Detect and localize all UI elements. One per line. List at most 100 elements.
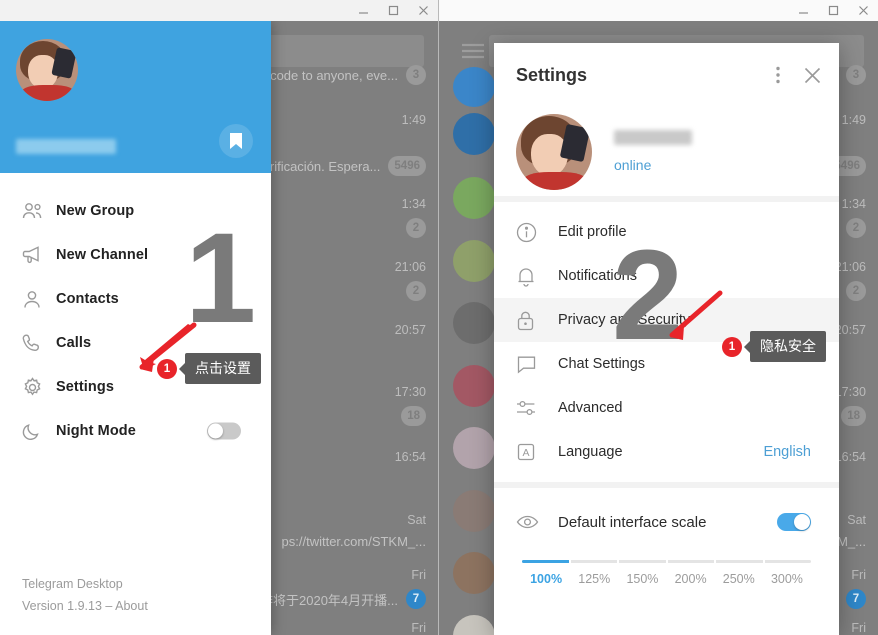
chat-preview: code to anyone, eve... <box>270 67 398 83</box>
settings-item-advanced[interactable]: Advanced <box>494 386 839 430</box>
menu-item-label: New Group <box>56 203 135 219</box>
settings-item-label: Chat Settings <box>558 356 646 372</box>
minimize-button[interactable] <box>788 0 818 21</box>
menu-item-new-group[interactable]: New Group <box>0 189 271 233</box>
scale-option-250[interactable]: 250% <box>715 572 763 586</box>
scale-option-300[interactable]: 300% <box>763 572 811 586</box>
main-menu-list: New Group New Channel Contacts Calls Set… <box>0 173 271 453</box>
interface-scale-label: Default interface scale <box>558 513 707 531</box>
list-item[interactable]: 2 <box>406 281 426 301</box>
settings-item-edit-profile[interactable]: Edit profile <box>494 210 839 254</box>
callout-text: 点击设置 <box>185 353 261 384</box>
menu-item-new-channel[interactable]: New Channel <box>0 233 271 277</box>
avatar[interactable] <box>453 177 495 219</box>
avatar[interactable] <box>453 552 495 594</box>
red-arrow-right <box>669 290 723 340</box>
close-button[interactable] <box>408 0 438 21</box>
list-item[interactable]: 18 <box>841 406 866 426</box>
menu-item-label: Calls <box>56 335 92 351</box>
chat-time: 21:06 <box>834 260 866 274</box>
scale-option-100[interactable]: 100% <box>522 572 570 586</box>
list-item[interactable]: ps://twitter.com/STKM_... <box>282 534 426 549</box>
close-icon[interactable] <box>795 58 829 92</box>
chat-time: Fri <box>411 568 426 582</box>
avatar[interactable] <box>453 302 495 344</box>
chat-time: 16:54 <box>394 450 426 464</box>
settings-item-language[interactable]: A Language English <box>494 430 839 474</box>
language-value[interactable]: English <box>763 444 811 460</box>
night-mode-toggle[interactable] <box>207 422 241 440</box>
left-titlebar <box>0 0 438 21</box>
bell-icon <box>516 266 558 287</box>
info-icon <box>516 222 558 243</box>
unread-badge: 2 <box>406 281 426 301</box>
unread-badge: 5496 <box>388 156 426 176</box>
chat-time: 17:30 <box>834 385 866 399</box>
chat-time: Sat <box>407 513 426 527</box>
megaphone-icon <box>22 245 56 265</box>
callout-click-settings: 1 点击设置 <box>157 353 261 384</box>
chat-time: 20:57 <box>834 323 866 337</box>
chat-time: 1:49 <box>841 113 866 127</box>
menu-item-contacts[interactable]: Contacts <box>0 277 271 321</box>
minimize-button[interactable] <box>348 0 378 21</box>
moon-icon <box>22 422 56 441</box>
group-icon <box>22 202 56 220</box>
chat-preview: rificación. Espera... <box>269 158 381 174</box>
list-item[interactable]: 2 <box>406 218 426 238</box>
unread-badge: 7 <box>846 589 866 609</box>
scale-option-150[interactable]: 150% <box>618 572 666 586</box>
list-item[interactable]: 作将于2020年4月开播... 7 <box>260 589 426 609</box>
avatar[interactable] <box>453 240 495 282</box>
callout-text: 隐私安全 <box>750 331 826 362</box>
interface-scale-row[interactable]: Default interface scale <box>494 502 839 542</box>
interface-scale-toggle[interactable] <box>777 513 811 531</box>
kebab-menu-icon[interactable] <box>761 58 795 92</box>
menu-item-label: Settings <box>56 379 114 395</box>
chat-time: 20:57 <box>394 323 426 337</box>
menu-item-night-mode[interactable]: Night Mode <box>0 409 271 453</box>
settings-item-label: Notifications <box>558 268 637 284</box>
chat-time: Fri <box>851 568 866 582</box>
list-item[interactable]: 18 <box>401 406 426 426</box>
settings-profile[interactable]: online <box>494 107 839 202</box>
left-telegram-window: code to anyone, eve... 3 1:49 rificación… <box>0 0 439 635</box>
scale-slider[interactable]: 100% 125% 150% 200% 250% 300% <box>522 560 811 586</box>
app-version[interactable]: Version 1.9.13 – About <box>22 595 148 617</box>
list-item[interactable]: 2 <box>846 281 866 301</box>
avatar[interactable] <box>16 39 78 101</box>
list-item[interactable]: 2 <box>846 218 866 238</box>
menu-footer: Telegram Desktop Version 1.9.13 – About <box>22 573 148 617</box>
settings-header: Settings <box>494 43 839 107</box>
unread-badge: 2 <box>846 218 866 238</box>
list-item[interactable]: code to anyone, eve... 3 <box>270 65 426 85</box>
avatar[interactable] <box>453 365 495 407</box>
menu-icon[interactable] <box>461 43 485 64</box>
list-item[interactable]: rificación. Espera... 5496 <box>270 156 426 176</box>
settings-item-label: Language <box>558 444 623 460</box>
avatar[interactable] <box>453 490 495 532</box>
screenshot-root: code to anyone, eve... 3 1:49 rificación… <box>0 0 878 635</box>
status-badge: online <box>614 157 652 173</box>
maximize-button[interactable] <box>378 0 408 21</box>
chat-time: Fri <box>411 621 426 635</box>
scale-option-200[interactable]: 200% <box>667 572 715 586</box>
unread-badge: 18 <box>401 406 426 426</box>
chat-time: 1:49 <box>401 113 426 127</box>
bookmark-icon[interactable] <box>219 124 253 158</box>
unread-badge: 2 <box>406 218 426 238</box>
unread-badge: 3 <box>406 65 426 85</box>
avatar[interactable] <box>453 615 495 635</box>
scale-option-labels: 100% 125% 150% 200% 250% 300% <box>522 572 811 586</box>
interface-scale-block: Default interface scale 100% 125% 150% 2… <box>494 488 839 586</box>
avatar[interactable] <box>516 113 592 190</box>
avatar[interactable] <box>453 113 495 155</box>
maximize-button[interactable] <box>818 0 848 21</box>
chat-time: 21:06 <box>394 260 426 274</box>
avatar[interactable] <box>453 67 495 107</box>
close-button[interactable] <box>848 0 878 21</box>
slider-track[interactable] <box>522 560 811 563</box>
avatar[interactable] <box>453 427 495 469</box>
scale-option-125[interactable]: 125% <box>570 572 618 586</box>
user-name-blurred <box>614 130 692 145</box>
